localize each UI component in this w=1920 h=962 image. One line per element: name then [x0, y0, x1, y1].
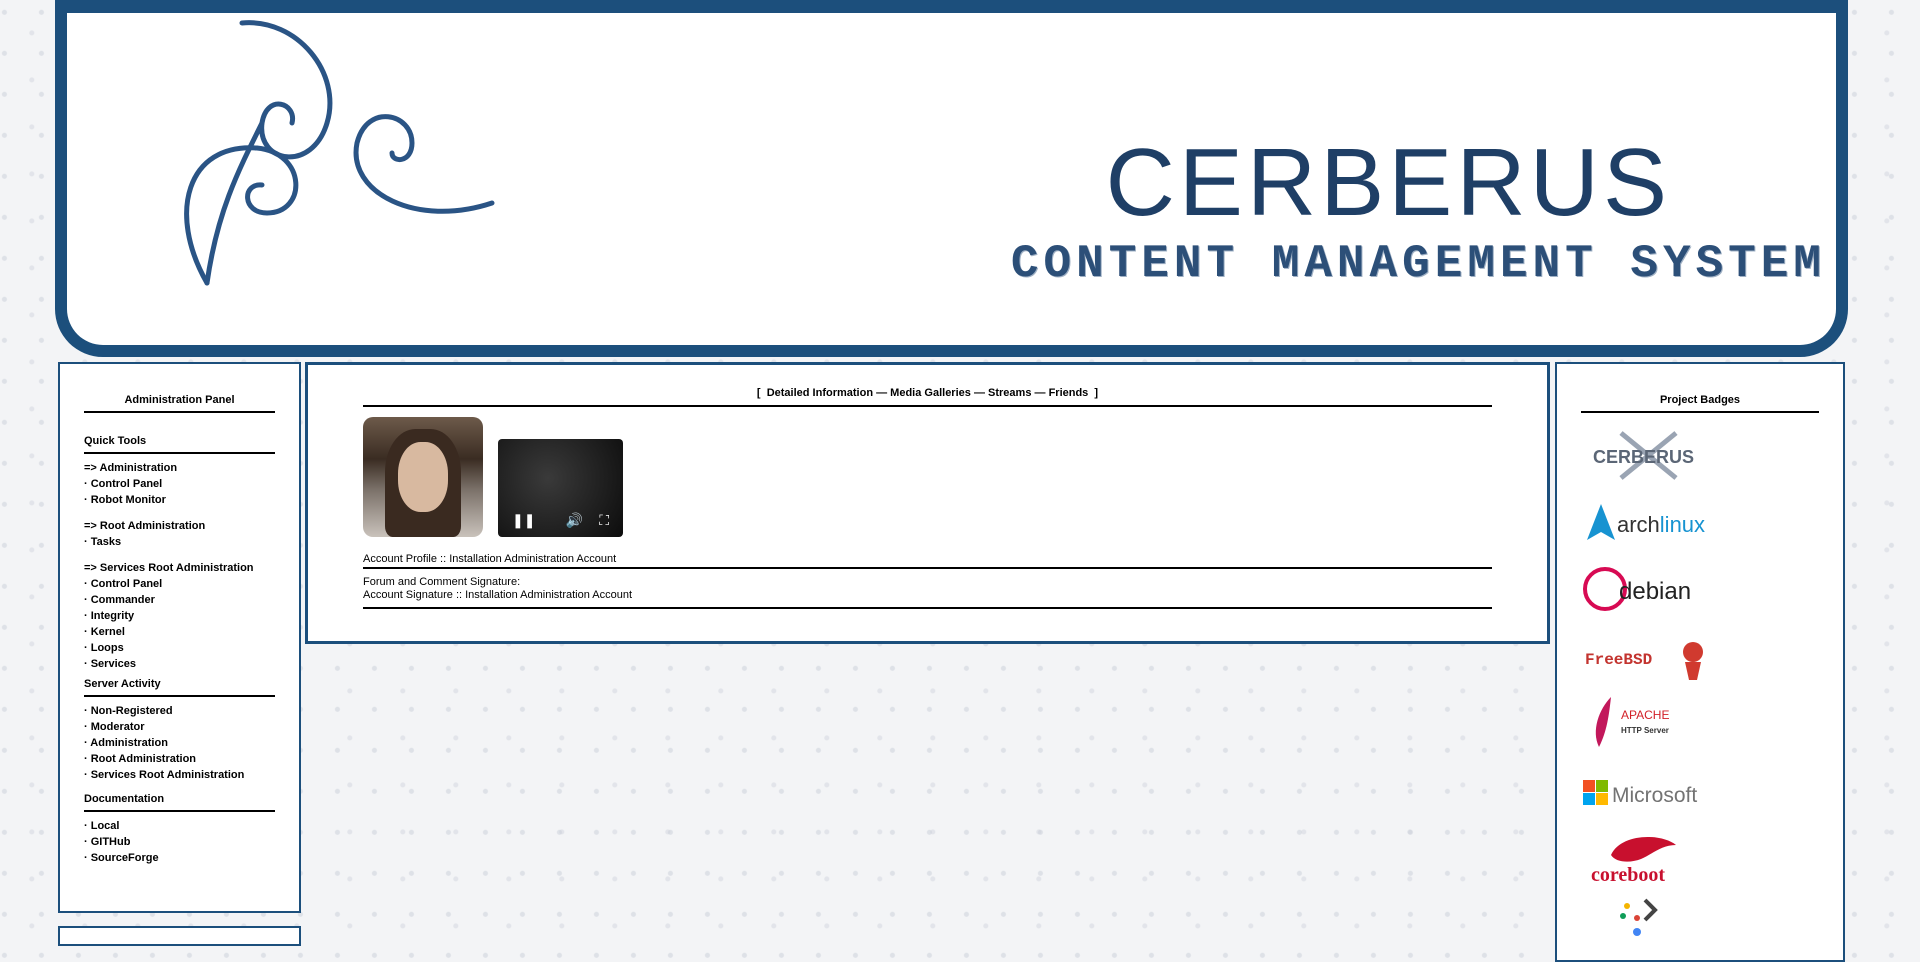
panel-title: Project Badges: [1581, 394, 1819, 413]
debian-logo-icon: debian: [1583, 567, 1691, 611]
archlinux-logo-icon: archlinux: [1587, 504, 1705, 540]
tab-separator: —: [876, 387, 888, 399]
tabs-close-bracket: ]: [1094, 387, 1099, 399]
activity-administration[interactable]: · Administration: [84, 735, 275, 751]
nav-control-panel[interactable]: · Control Panel: [84, 476, 275, 492]
nav-commander[interactable]: · Commander: [84, 592, 275, 608]
nav-services-control-panel[interactable]: · Control Panel: [84, 576, 275, 592]
site-subtitle: CONTENT MANAGEMENT SYSTEM: [1010, 238, 1826, 290]
profile-panel: [ Detailed Information — Media Galleries…: [305, 362, 1550, 644]
tabs-open-bracket: [: [756, 387, 761, 399]
video-player[interactable]: ❚❚ 🔊 ⛶: [498, 439, 623, 537]
nav-tasks[interactable]: · Tasks: [84, 534, 275, 550]
activity-non-registered[interactable]: · Non-Registered: [84, 703, 275, 719]
section-title-server-activity: Server Activity: [84, 672, 275, 697]
nav-kernel[interactable]: · Kernel: [84, 624, 275, 640]
freebsd-logo-icon: FreeBSD: [1585, 642, 1703, 680]
doc-sourceforge[interactable]: · SourceForge: [84, 850, 275, 866]
panel-title: Administration Panel: [84, 394, 275, 413]
fullscreen-icon[interactable]: ⛶: [599, 512, 609, 529]
coreboot-logo-icon: coreboot: [1591, 836, 1676, 886]
tab-streams[interactable]: Streams: [988, 387, 1031, 399]
project-badges-panel: Project Badges CERBERUS archlinux debian…: [1555, 362, 1845, 962]
archlinux-badge[interactable]: archlinux: [1581, 490, 1819, 554]
profile-tabs: [ Detailed Information — Media Galleries…: [363, 387, 1492, 407]
activity-root-administration[interactable]: · Root Administration: [84, 751, 275, 767]
tab-media-galleries[interactable]: Media Galleries: [890, 387, 971, 399]
nav-administration[interactable]: => Administration: [84, 460, 275, 476]
doc-github[interactable]: · GITHub: [84, 834, 275, 850]
dots-arrow-badge[interactable]: [1581, 892, 1819, 956]
volume-icon[interactable]: 🔊: [566, 512, 583, 529]
nav-loops[interactable]: · Loops: [84, 640, 275, 656]
signature-label: Forum and Comment Signature:: [363, 576, 521, 588]
doc-local[interactable]: · Local: [84, 818, 275, 834]
svg-text:HTTP Server: HTTP Server: [1621, 726, 1669, 735]
secondary-left-panel: [58, 926, 301, 946]
account-profile: Account Profile :: Installation Administ…: [363, 553, 1492, 569]
activity-moderator[interactable]: · Moderator: [84, 719, 275, 735]
microsoft-badge[interactable]: Microsoft: [1581, 758, 1819, 822]
svg-text:archlinux: archlinux: [1617, 512, 1705, 537]
nav-root-administration[interactable]: => Root Administration: [84, 518, 275, 534]
site-header: CERBERUS CONTENT MANAGEMENT SYSTEM: [55, 0, 1848, 357]
section-title-documentation: Documentation: [84, 783, 275, 812]
nav-robot-monitor[interactable]: · Robot Monitor: [84, 492, 275, 508]
nav-integrity[interactable]: · Integrity: [84, 608, 275, 624]
dots-arrow-logo-icon: [1620, 898, 1658, 936]
svg-text:coreboot: coreboot: [1591, 864, 1665, 886]
swirl-logo-icon: [184, 20, 495, 286]
activity-services-root-administration[interactable]: · Services Root Administration: [84, 767, 275, 783]
tab-friends[interactable]: Friends: [1049, 387, 1089, 399]
svg-text:APACHE: APACHE: [1621, 708, 1669, 722]
signature-value: Account Signature :: Installation Admini…: [363, 589, 633, 601]
tab-separator: —: [973, 387, 985, 399]
site-title: CERBERUS: [1105, 129, 1671, 236]
cerberus-logo-icon: CERBERUS: [1593, 431, 1694, 480]
svg-text:CERBERUS: CERBERUS: [1593, 447, 1694, 467]
debian-badge[interactable]: debian: [1581, 557, 1819, 621]
nav-services[interactable]: · Services: [84, 656, 275, 672]
tab-separator: —: [1034, 387, 1046, 399]
avatar[interactable]: [363, 417, 483, 537]
microsoft-logo-icon: Microsoft: [1583, 780, 1697, 807]
administration-panel: Administration Panel Quick Tools => Admi…: [58, 362, 301, 913]
apache-badge[interactable]: APACHE HTTP Server: [1581, 691, 1819, 755]
svg-text:Microsoft: Microsoft: [1612, 784, 1697, 807]
svg-text:FreeBSD: FreeBSD: [1585, 651, 1652, 669]
coreboot-badge[interactable]: coreboot: [1581, 825, 1819, 889]
svg-text:debian: debian: [1619, 578, 1691, 605]
pause-icon[interactable]: ❚❚: [512, 512, 535, 529]
tab-detailed-information[interactable]: Detailed Information: [767, 387, 873, 399]
section-title-quick-tools: Quick Tools: [84, 423, 275, 454]
apache-logo-icon: APACHE HTTP Server: [1595, 697, 1669, 747]
media-row: ❚❚ 🔊 ⛶: [363, 417, 1492, 537]
nav-services-root-administration[interactable]: => Services Root Administration: [84, 560, 275, 576]
signature-block: Forum and Comment Signature: Account Sig…: [363, 576, 1492, 609]
freebsd-badge[interactable]: FreeBSD: [1581, 624, 1819, 688]
cerberus-badge[interactable]: CERBERUS: [1581, 423, 1819, 487]
